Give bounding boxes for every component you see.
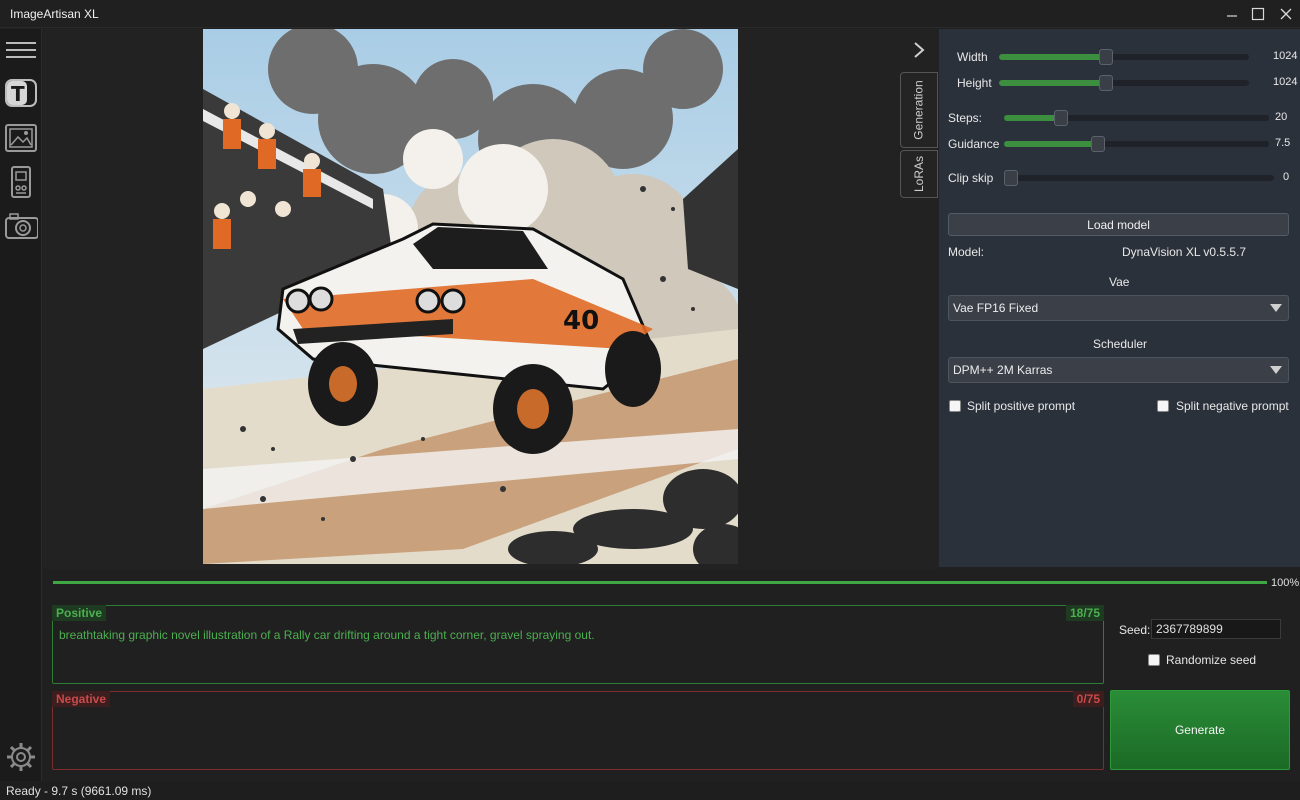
negative-prompt-field[interactable]: Negative 0/75 <box>52 691 1104 770</box>
clipskip-slider[interactable] <box>1004 170 1274 186</box>
chevron-right-icon <box>914 42 925 58</box>
svg-text:T: T <box>11 82 25 106</box>
width-label: Width <box>957 50 988 64</box>
close-icon <box>1280 8 1292 20</box>
positive-label: Positive <box>52 605 107 621</box>
svg-text:40: 40 <box>563 306 599 336</box>
status-bar: Ready - 9.7 s (9661.09 ms) <box>0 781 1300 800</box>
steps-value: 20 <box>1275 111 1288 123</box>
width-value: 1024 <box>1273 50 1298 62</box>
minimize-button[interactable] <box>1218 0 1246 28</box>
steps-label: Steps: <box>948 111 983 125</box>
negative-token-count: 0/75 <box>1072 691 1104 707</box>
randomize-seed-label: Randomize seed <box>1166 653 1257 667</box>
seed-input[interactable]: 2367789899 <box>1151 619 1281 639</box>
scheduler-selected-value: DPM++ 2M Karras <box>953 363 1053 377</box>
positive-prompt-field[interactable]: Positive 18/75 breathtaking graphic nove… <box>52 605 1104 684</box>
guidance-label: Guidance <box>948 137 1000 151</box>
maximize-button[interactable] <box>1244 0 1272 28</box>
window-title: ImageArtisan XL <box>10 7 99 21</box>
positive-token-count: 18/75 <box>1065 605 1104 621</box>
text-prompt-icon[interactable]: T <box>4 76 38 110</box>
height-label: Height <box>957 76 992 90</box>
tab-loras[interactable]: LoRAs <box>900 150 938 198</box>
camera-icon[interactable] <box>4 209 38 243</box>
image-canvas[interactable]: 40 <box>43 29 939 569</box>
scheduler-select[interactable]: DPM++ 2M Karras <box>948 357 1289 383</box>
height-slider[interactable] <box>999 75 1249 91</box>
image-frame-icon[interactable] <box>4 121 38 155</box>
tab-loras-label: LoRAs <box>912 155 926 193</box>
positive-prompt-text: breathtaking graphic novel illustration … <box>59 628 595 642</box>
split-negative-checkbox[interactable] <box>1157 400 1169 412</box>
model-value: DynaVision XL v0.5.5.7 <box>1122 245 1247 259</box>
progress-bar <box>53 581 1267 584</box>
seed-label: Seed: <box>1119 623 1151 637</box>
vae-select[interactable]: Vae FP16 Fixed <box>948 295 1289 321</box>
settings-icon[interactable] <box>4 740 38 774</box>
guidance-slider[interactable] <box>1004 136 1269 152</box>
collapse-panel-button[interactable] <box>910 40 928 60</box>
width-slider[interactable] <box>999 49 1249 65</box>
height-value: 1024 <box>1273 76 1298 88</box>
tab-generation[interactable]: Generation <box>900 72 938 148</box>
split-positive-label: Split positive prompt <box>967 399 1076 413</box>
model-label: Model: <box>948 245 985 259</box>
minimize-icon <box>1227 15 1237 17</box>
chevron-down-icon <box>1270 366 1282 374</box>
clipskip-value: 0 <box>1283 171 1290 183</box>
menu-icon[interactable] <box>4 33 38 67</box>
split-negative-label: Split negative prompt <box>1176 399 1289 413</box>
generation-panel: Width 1024 Height 1024 Steps: 20 Guidanc… <box>939 29 1300 567</box>
guidance-value: 7.5 <box>1275 137 1291 149</box>
randomize-seed-checkbox[interactable] <box>1148 654 1160 666</box>
close-button[interactable] <box>1272 0 1300 28</box>
title-bar: ImageArtisan XL <box>0 0 1300 28</box>
vae-label: Vae <box>1109 275 1130 289</box>
generate-button[interactable]: Generate <box>1110 690 1290 770</box>
chevron-down-icon <box>1270 304 1282 312</box>
generated-image: 40 <box>203 29 738 564</box>
status-text: Ready - 9.7 s (9661.09 ms) <box>6 784 152 798</box>
device-icon[interactable] <box>4 165 38 199</box>
left-sidebar: T <box>0 29 42 781</box>
load-model-button[interactable]: Load model <box>948 213 1289 236</box>
split-positive-checkbox[interactable] <box>949 400 961 412</box>
clipskip-label: Clip skip <box>948 171 994 185</box>
steps-slider[interactable] <box>1004 110 1269 126</box>
progress-label: 100% <box>1271 577 1300 589</box>
scheduler-label: Scheduler <box>1093 337 1148 351</box>
maximize-icon <box>1251 7 1265 21</box>
negative-label: Negative <box>52 691 111 707</box>
vae-selected-value: Vae FP16 Fixed <box>953 301 1039 315</box>
tab-generation-label: Generation <box>912 80 926 140</box>
